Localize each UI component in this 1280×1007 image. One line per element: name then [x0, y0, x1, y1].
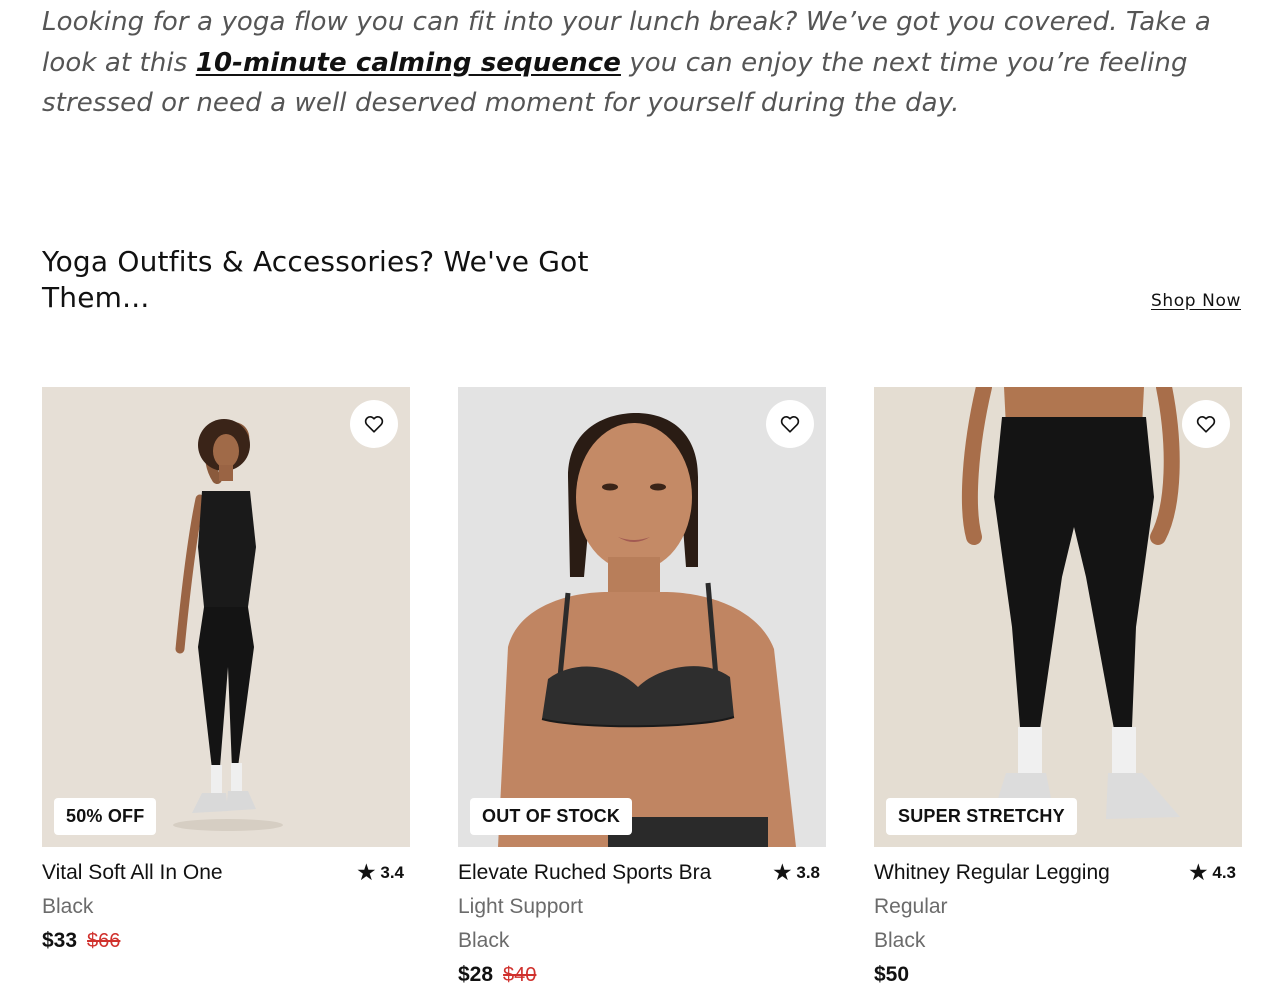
rating-value: 3.8: [796, 863, 820, 882]
product-card[interactable]: OUT OF STOCK Elevate Ruched Sports Bra ★…: [458, 387, 826, 987]
wishlist-button[interactable]: [1182, 400, 1230, 448]
price-row: $28 $40: [458, 963, 826, 987]
product-grid: 50% OFF Vital Soft All In One ★ 3.4 Blac…: [42, 387, 1242, 987]
star-icon: ★: [357, 862, 376, 884]
product-name[interactable]: Vital Soft All In One: [42, 861, 223, 885]
rating-value: 4.3: [1212, 863, 1236, 882]
product-color: Black: [458, 929, 510, 952]
heart-outline-icon: [1196, 415, 1216, 433]
product-info: Elevate Ruched Sports Bra ★ 3.8 Light Su…: [458, 847, 826, 987]
original-price: $66: [87, 930, 121, 952]
price-row: $33 $66: [42, 929, 410, 953]
page: Looking for a yoga flow you can fit into…: [0, 0, 1280, 1007]
wishlist-button[interactable]: [350, 400, 398, 448]
product-card[interactable]: 50% OFF Vital Soft All In One ★ 3.4 Blac…: [42, 387, 410, 987]
section-title: Yoga Outfits & Accessories? We've Got Th…: [42, 245, 589, 314]
product-rating: ★ 3.8: [773, 863, 820, 883]
product-image[interactable]: 50% OFF: [42, 387, 410, 847]
current-price: $50: [874, 963, 910, 986]
product-rating: ★ 4.3: [1189, 863, 1236, 883]
product-image[interactable]: SUPER STRETCHY: [874, 387, 1242, 847]
original-price: $40: [503, 964, 537, 986]
product-photo-jumpsuit: [42, 387, 410, 847]
wishlist-button[interactable]: [766, 400, 814, 448]
product-color: Black: [42, 895, 94, 918]
current-price: $28: [458, 963, 494, 986]
product-photo-sports-bra: [458, 387, 826, 847]
product-color: Black: [874, 929, 926, 952]
current-price: $33: [42, 929, 78, 952]
product-info: Vital Soft All In One ★ 3.4 Black $33 $6…: [42, 847, 410, 953]
product-photo-legging: [874, 387, 1242, 847]
intro-paragraph: Looking for a yoga flow you can fit into…: [42, 2, 1242, 124]
product-name[interactable]: Whitney Regular Legging: [874, 861, 1110, 885]
price-row: $50: [874, 963, 1242, 987]
product-support: Light Support: [458, 895, 583, 918]
product-badge: OUT OF STOCK: [470, 798, 633, 835]
product-badge: 50% OFF: [54, 798, 157, 835]
heart-outline-icon: [780, 415, 800, 433]
rating-value: 3.4: [380, 863, 404, 882]
calming-sequence-link[interactable]: 10-minute calming sequence: [196, 48, 621, 78]
product-fit: Regular: [874, 895, 948, 918]
product-card[interactable]: SUPER STRETCHY Whitney Regular Legging ★…: [874, 387, 1242, 987]
product-name[interactable]: Elevate Ruched Sports Bra: [458, 861, 711, 885]
star-icon: ★: [1189, 862, 1208, 884]
product-name-row: Whitney Regular Legging ★ 4.3: [874, 861, 1242, 885]
star-icon: ★: [773, 862, 792, 884]
product-name-row: Elevate Ruched Sports Bra ★ 3.8: [458, 861, 826, 885]
shop-now-link[interactable]: Shop Now: [1151, 290, 1241, 312]
product-info: Whitney Regular Legging ★ 4.3 Regular Bl…: [874, 847, 1242, 987]
product-image[interactable]: OUT OF STOCK: [458, 387, 826, 847]
product-badge: SUPER STRETCHY: [886, 798, 1077, 835]
product-rating: ★ 3.4: [357, 863, 404, 883]
product-name-row: Vital Soft All In One ★ 3.4: [42, 861, 410, 885]
heart-outline-icon: [364, 415, 384, 433]
